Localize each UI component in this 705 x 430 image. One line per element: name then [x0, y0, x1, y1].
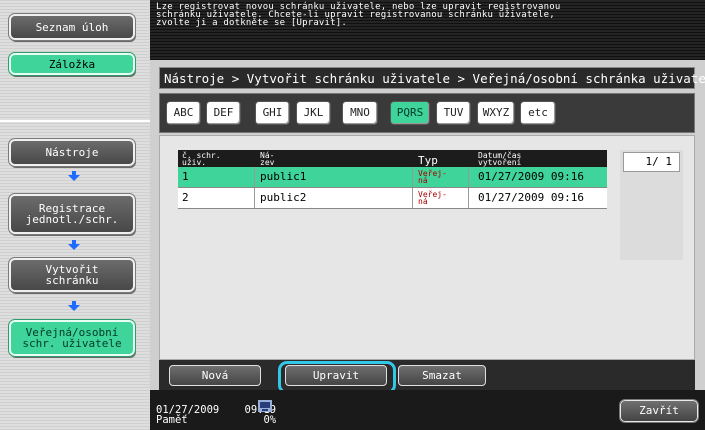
tab-etc[interactable]: etc [520, 101, 556, 125]
tab-wxyz[interactable]: WXYZ [477, 101, 515, 125]
action-bar: Nová Upravit Smazat [159, 360, 695, 394]
step-tools-label: Nástroje [45, 146, 99, 159]
row-date: 01/27/2009 09:16 [478, 170, 584, 183]
col-header-number: č. schr. uživ. [182, 151, 221, 167]
arrow-down-icon [68, 171, 80, 181]
task-list-button[interactable]: Seznam úloh [8, 13, 136, 41]
tab-ghi[interactable]: GHI [255, 101, 290, 125]
network-icon [258, 400, 272, 412]
index-tabs: ABC DEF GHI JKL MNO PQRS TUV WXYZ etc [159, 93, 695, 133]
step-registration-label: Registrace jednotl./schr. [25, 202, 119, 226]
left-sidebar: Seznam úloh Záložka Nástroje Registrace … [0, 0, 150, 430]
row-type: Veřej- ná [418, 169, 447, 185]
table-row[interactable]: 1 public1 Veřej- ná 01/27/2009 09:16 [178, 167, 607, 188]
row-date: 01/27/2009 09:16 [478, 191, 584, 204]
row-name: public2 [260, 191, 307, 204]
box-list-area: č. schr. uživ. Ná- zev Typ Datum/čas vyt… [159, 135, 695, 360]
close-button[interactable]: Zavřít [619, 399, 699, 423]
step-public-personal-box-button[interactable]: Veřejná/osobní schr. uživatele [8, 319, 136, 357]
step-tools-button[interactable]: Nástroje [8, 138, 136, 167]
tab-abc[interactable]: ABC [166, 101, 201, 125]
screen: Seznam úloh Záložka Nástroje Registrace … [0, 0, 705, 430]
delete-button[interactable]: Smazat [398, 365, 486, 386]
sidebar-divider [0, 120, 150, 122]
arrow-down-icon [68, 240, 80, 250]
step-create-box-label: Vytvořit schránku [45, 263, 99, 287]
memory-label: Paměť [156, 414, 188, 426]
col-header-name: Ná- zev [260, 151, 275, 167]
col-header-date: Datum/čas vytvoření [478, 151, 522, 167]
message-header: Lze registrovat novou schránku uživatele… [150, 0, 705, 60]
row-number: 2 [182, 191, 189, 204]
tab-tuv[interactable]: TUV [436, 101, 471, 125]
pagination-panel: 1/ 1 [620, 150, 683, 260]
page-indicator: 1/ 1 [623, 152, 680, 172]
arrow-down-icon [68, 301, 80, 311]
instruction-message: Lze registrovat novou schránku uživatele… [156, 2, 561, 28]
memory-value: 0% [263, 414, 277, 426]
table-header: č. schr. uživ. Ná- zev Typ Datum/čas vyt… [178, 150, 607, 167]
step-create-box-button[interactable]: Vytvořit schránku [8, 257, 136, 293]
step-public-personal-label: Veřejná/osobní schr. uživatele [22, 326, 122, 350]
table-row[interactable]: 2 public2 Veřej- ná 01/27/2009 09:16 [178, 188, 607, 209]
row-type: Veřej- ná [418, 190, 447, 206]
breadcrumb: Nástroje > Vytvořit schránku uživatele >… [159, 67, 705, 89]
bookmark-button[interactable]: Záložka [8, 52, 136, 76]
tab-def[interactable]: DEF [206, 101, 241, 125]
new-button[interactable]: Nová [169, 365, 261, 386]
tab-jkl[interactable]: JKL [296, 101, 331, 125]
row-number: 1 [182, 170, 189, 183]
step-registration-button[interactable]: Registrace jednotl./schr. [8, 193, 136, 235]
tab-mno[interactable]: MNO [342, 101, 378, 125]
tab-pqrs[interactable]: PQRS [390, 101, 430, 125]
box-table: č. schr. uživ. Ná- zev Typ Datum/čas vyt… [178, 150, 607, 209]
row-name: public1 [260, 170, 307, 183]
col-header-type: Typ [418, 154, 438, 167]
main-panel: Nástroje > Vytvořit schránku uživatele >… [150, 60, 705, 430]
